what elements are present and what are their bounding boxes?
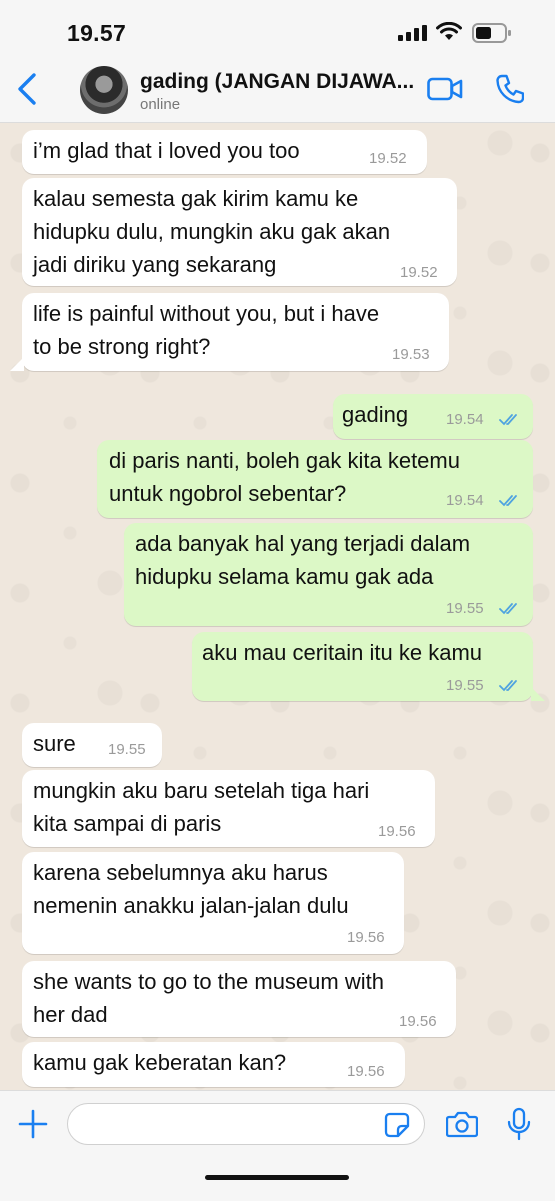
message-timestamp: 19.55 <box>446 600 484 617</box>
wifi-icon <box>436 22 462 40</box>
video-call-button[interactable] <box>427 76 463 102</box>
bubble-tail <box>531 687 545 701</box>
message-text: mungkin aku baru setelah tiga hari kita … <box>33 778 370 836</box>
message-text: kalau semesta gak kirim kamu ke hidupku … <box>33 186 391 277</box>
battery-icon <box>472 23 511 43</box>
chat-area[interactable]: i’m glad that i loved you too 19.52 kala… <box>0 123 555 1090</box>
composer-bar <box>0 1090 555 1201</box>
back-button[interactable] <box>14 72 42 106</box>
message-incoming[interactable]: mungkin aku baru setelah tiga hari kita … <box>22 770 435 847</box>
voice-call-button[interactable] <box>496 74 524 104</box>
contact-name[interactable]: gading (JANGAN DIJAWA... <box>140 70 422 94</box>
message-timestamp: 19.52 <box>400 264 438 281</box>
message-outgoing[interactable]: di paris nanti, boleh gak kita ketemu un… <box>97 440 533 518</box>
cellular-signal-icon <box>398 25 427 41</box>
message-text: kamu gak keberatan kan? <box>33 1050 287 1075</box>
microphone-icon <box>507 1107 531 1141</box>
message-incoming[interactable]: life is painful without you, but i have … <box>22 293 449 371</box>
message-timestamp: 19.55 <box>108 741 146 758</box>
message-outgoing[interactable]: ada banyak hal yang terjadi dalam hidupk… <box>124 523 533 626</box>
message-outgoing[interactable]: gading 19.54 <box>333 394 533 439</box>
contact-status: online <box>140 96 181 113</box>
message-text: di paris nanti, boleh gak kita ketemu un… <box>109 448 460 506</box>
message-text: aku mau ceritain itu ke kamu <box>202 640 483 665</box>
sticker-icon <box>384 1112 410 1138</box>
message-text: gading <box>342 402 409 427</box>
double-check-icon <box>499 680 517 692</box>
message-text: i’m glad that i loved you too <box>33 138 300 163</box>
message-timestamp: 19.56 <box>399 1013 437 1030</box>
message-incoming[interactable]: i’m glad that i loved you too 19.52 <box>22 130 427 174</box>
home-indicator <box>205 1175 349 1180</box>
double-check-icon <box>499 495 517 507</box>
status-bar: 19.57 <box>0 0 555 60</box>
avatar[interactable] <box>80 66 128 114</box>
message-text: karena sebelumnya aku harus nemenin anak… <box>33 860 349 918</box>
message-incoming[interactable]: kalau semesta gak kirim kamu ke hidupku … <box>22 178 457 286</box>
message-timestamp: 19.55 <box>446 677 484 694</box>
message-incoming[interactable]: kamu gak keberatan kan? 19.56 <box>22 1042 405 1087</box>
message-text: life is painful without you, but i have … <box>33 301 380 359</box>
mic-button[interactable] <box>507 1107 531 1141</box>
double-check-icon <box>499 414 517 426</box>
sticker-button[interactable] <box>384 1112 410 1138</box>
message-timestamp: 19.54 <box>446 492 484 509</box>
bubble-tail <box>10 357 24 371</box>
chevron-left-icon <box>18 73 36 105</box>
video-camera-icon <box>427 77 463 101</box>
message-input[interactable] <box>67 1103 425 1145</box>
status-time: 19.57 <box>67 20 127 46</box>
message-timestamp: 19.56 <box>347 929 385 946</box>
camera-icon <box>446 1111 478 1138</box>
double-check-icon <box>499 603 517 615</box>
message-timestamp: 19.53 <box>392 346 430 363</box>
message-incoming[interactable]: karena sebelumnya aku harus nemenin anak… <box>22 852 404 954</box>
message-text: sure <box>33 731 76 756</box>
message-text: ada banyak hal yang terjadi dalam hidupk… <box>135 531 471 589</box>
message-timestamp: 19.56 <box>378 823 416 840</box>
message-timestamp: 19.56 <box>347 1063 385 1080</box>
plus-icon <box>18 1109 48 1139</box>
message-text: she wants to go to the museum with her d… <box>33 969 384 1027</box>
message-incoming[interactable]: sure 19.55 <box>22 723 162 767</box>
camera-button[interactable] <box>446 1110 478 1138</box>
attach-button[interactable] <box>18 1109 48 1139</box>
phone-icon <box>496 74 524 104</box>
message-incoming[interactable]: she wants to go to the museum with her d… <box>22 961 456 1037</box>
chat-header: gading (JANGAN DIJAWA... online <box>0 60 555 123</box>
message-timestamp: 19.52 <box>369 150 407 167</box>
message-outgoing[interactable]: aku mau ceritain itu ke kamu 19.55 <box>192 632 533 701</box>
message-timestamp: 19.54 <box>446 411 484 428</box>
